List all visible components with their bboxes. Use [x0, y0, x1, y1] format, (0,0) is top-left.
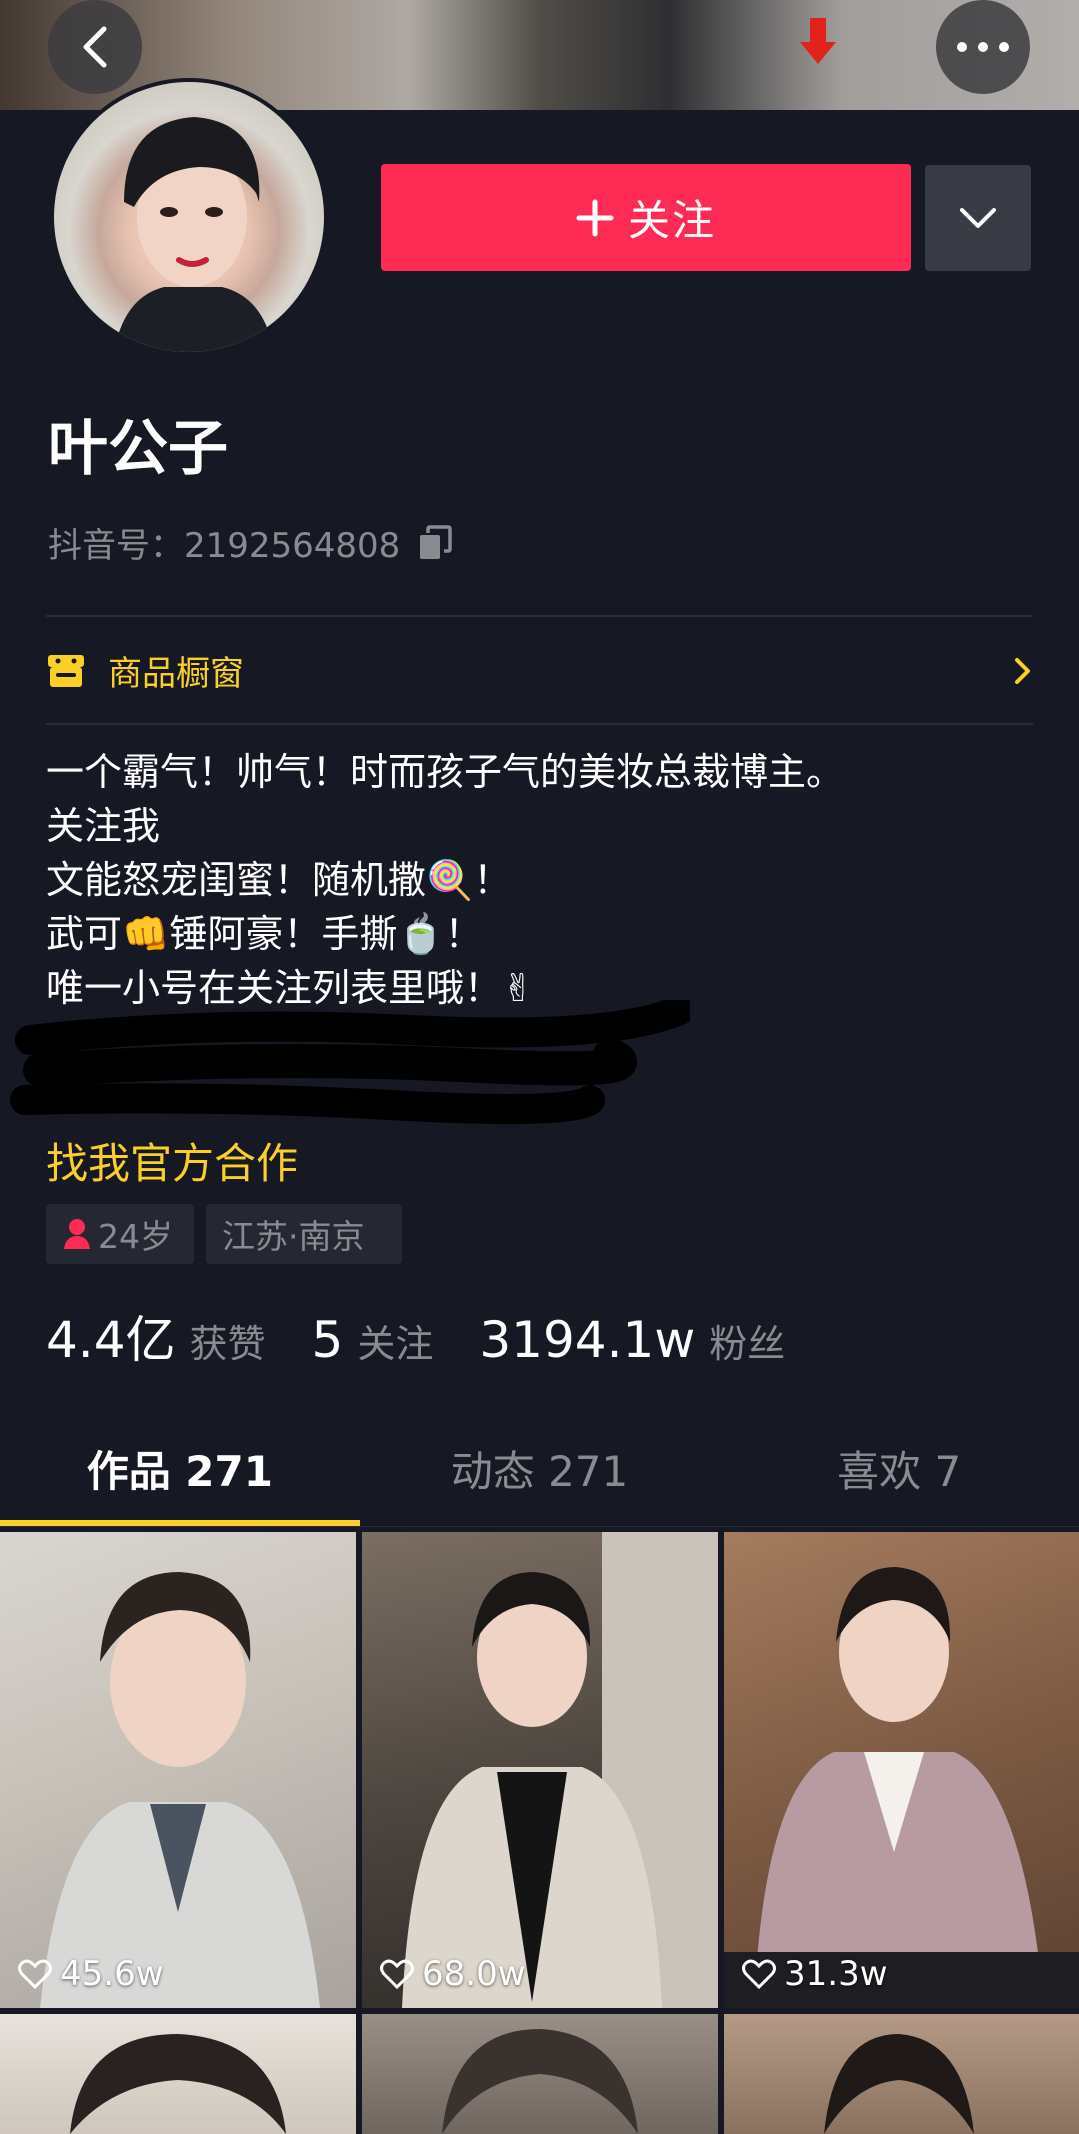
- shop-window-row[interactable]: 商品橱窗: [46, 618, 1033, 723]
- female-user-icon: [64, 1219, 90, 1249]
- shop-window-label: 商品橱窗: [108, 654, 244, 694]
- cover-arrow-graphic: [800, 18, 836, 64]
- tab-works[interactable]: 作品 271: [0, 1410, 360, 1526]
- video-thumbnail[interactable]: 45.6w: [0, 1532, 356, 2008]
- stats-row: 4.4亿 获赞 5 关注 3194.1w 粉丝: [46, 1300, 785, 1372]
- divider: [46, 615, 1033, 617]
- video-thumbnail[interactable]: [0, 2014, 356, 2134]
- followers-count[interactable]: 3194.1w: [479, 1311, 695, 1369]
- bio-line: 关注我: [46, 804, 161, 848]
- redaction-scribble: [10, 1000, 690, 1124]
- video-likes-count: 68.0w: [422, 1954, 526, 1994]
- profile-name: 叶公子: [48, 414, 228, 484]
- bio: 一个霸气！帅气！时而孩子气的美妆总裁博主。 关注我 文能怒宠闺蜜！随机撒🍭！ 武…: [46, 745, 844, 1015]
- location-tag: 江苏·南京: [206, 1204, 402, 1264]
- followers-label[interactable]: 粉丝: [709, 1313, 785, 1368]
- follow-label: 关注: [627, 196, 716, 245]
- video-preview: [40, 1572, 320, 2008]
- video-likes-count: 31.3w: [784, 1954, 888, 1994]
- video-likes-count: 45.6w: [60, 1954, 164, 1994]
- follow-button[interactable]: 关注: [381, 164, 911, 271]
- video-preview: [824, 2034, 974, 2134]
- chevron-down-icon: [960, 208, 996, 228]
- following-label[interactable]: 关注: [357, 1313, 433, 1368]
- douyin-id: 抖音号：2192564808: [48, 526, 401, 566]
- tab-likes[interactable]: 喜欢 7: [719, 1410, 1079, 1526]
- back-button[interactable]: [48, 0, 142, 94]
- heart-icon: [742, 1959, 776, 1989]
- heart-icon: [380, 1959, 414, 1989]
- avatar-photo: [54, 82, 324, 352]
- video-thumbnail[interactable]: [362, 2014, 718, 2134]
- official-cooperation-link[interactable]: 找我官方合作: [46, 1130, 298, 1191]
- bio-line: 武可👊锤阿豪！手撕🍵！: [46, 912, 483, 956]
- video-preview: [724, 1567, 1079, 2008]
- likes-label: 获赞: [189, 1322, 266, 1366]
- likes-count: 4.4亿: [46, 1311, 176, 1369]
- video-preview: [402, 1532, 718, 2008]
- shop-icon: [48, 654, 84, 687]
- age-text: 24岁: [98, 1217, 173, 1256]
- following-count[interactable]: 5: [312, 1311, 344, 1369]
- age-tag: 24岁: [46, 1204, 194, 1264]
- tab-divider: [0, 1526, 1079, 1527]
- video-thumbnail[interactable]: 68.0w: [362, 1532, 718, 2008]
- copy-icon[interactable]: [418, 524, 454, 561]
- video-preview: [442, 2029, 638, 2134]
- content-tabs: 作品 271 动态 271 喜欢 7: [0, 1410, 1079, 1526]
- chevron-right-icon: [1015, 657, 1030, 684]
- video-likes: 45.6w: [18, 1954, 164, 1994]
- video-likes: 68.0w: [380, 1954, 526, 1994]
- more-button[interactable]: [936, 0, 1030, 94]
- more-dots-icon: [957, 42, 1009, 52]
- divider: [46, 723, 1033, 725]
- video-thumbnail[interactable]: [724, 2014, 1079, 2134]
- heart-icon: [18, 1959, 52, 1989]
- bio-line: 一个霸气！帅气！时而孩子气的美妆总裁博主。: [46, 750, 845, 794]
- tab-activity[interactable]: 动态 271: [360, 1410, 720, 1526]
- chevron-left-icon: [83, 26, 107, 68]
- video-thumbnail[interactable]: 31.3w: [724, 1532, 1079, 2008]
- plus-icon: [576, 199, 614, 236]
- avatar[interactable]: [50, 78, 328, 356]
- video-likes: 31.3w: [742, 1954, 888, 1994]
- recommend-dropdown-button[interactable]: [925, 165, 1031, 271]
- bio-line: 文能怒宠闺蜜！随机撒🍭！: [46, 858, 512, 902]
- douyin-id-row: 抖音号：2192564808: [48, 518, 454, 567]
- video-preview: [70, 2034, 286, 2134]
- location-text: 江苏·南京: [222, 1217, 365, 1256]
